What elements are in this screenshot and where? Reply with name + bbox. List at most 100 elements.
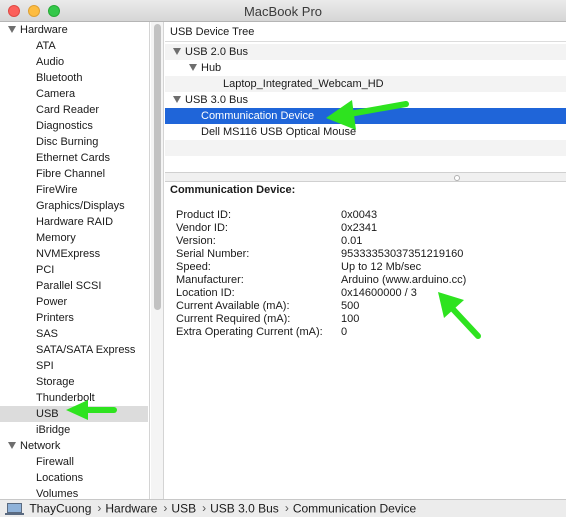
tree-row-hub[interactable]: Hub <box>165 60 566 76</box>
sidebar-item-bluetooth[interactable]: Bluetooth <box>0 70 148 86</box>
sidebar-item-label: SAS <box>36 328 59 340</box>
property-label: Version: <box>176 235 216 247</box>
property-label: Product ID: <box>176 209 232 221</box>
disclosure-triangle-icon[interactable] <box>173 47 181 55</box>
sidebar-item-nvmexpress[interactable]: NVMExpress <box>0 246 148 262</box>
sidebar-item-label: Ethernet Cards <box>36 152 110 164</box>
path-separator-icon: › <box>202 501 207 516</box>
sidebar-item-label: Fibre Channel <box>36 168 106 180</box>
sidebar-item-ata[interactable]: ATA <box>0 38 148 54</box>
disclosure-triangle-icon[interactable] <box>173 95 181 103</box>
property-value: Arduino (www.arduino.cc) <box>341 274 467 286</box>
property-value: 0 <box>341 326 348 338</box>
usb-device-tree: USB Device Tree USB 2.0 Bus Hub Laptop_Int… <box>165 22 566 178</box>
path-separator-icon: › <box>163 501 168 516</box>
sidebar-category-network[interactable]: Network <box>0 438 148 454</box>
sidebar-item-label: Parallel SCSI <box>36 280 102 292</box>
sidebar-item-label: Thunderbolt <box>36 392 95 404</box>
tree-row-dell-ms116-usb-optical-mouse[interactable]: Dell MS116 USB Optical Mouse <box>165 124 566 140</box>
sidebar-item-label: Storage <box>36 376 75 388</box>
sidebar-item-label: Camera <box>36 88 76 100</box>
path-segment-communication-device[interactable]: Communication Device <box>293 501 416 515</box>
property-label: Current Required (mA): <box>176 313 291 325</box>
disclosure-triangle-icon[interactable] <box>8 25 16 33</box>
sidebar-item-ethernet-cards[interactable]: Ethernet Cards <box>0 150 148 166</box>
sidebar-item-volumes[interactable]: Volumes <box>0 486 148 499</box>
sidebar-item-power[interactable]: Power <box>0 294 148 310</box>
path-segment-usb[interactable]: USB <box>171 501 196 515</box>
sidebar-item-hardware-raid[interactable]: Hardware RAID <box>0 214 148 230</box>
window-title: MacBook Pro <box>243 4 323 19</box>
sidebar-item-card-reader[interactable]: Card Reader <box>0 102 148 118</box>
device-detail-pane: Communication Device: Product ID: 0x0043 V… <box>165 182 566 499</box>
sidebar-item-sata-sata-express[interactable]: SATA/SATA Express <box>0 342 148 358</box>
sidebar-item-memory[interactable]: Memory <box>0 230 148 246</box>
sidebar-item-label: Memory <box>36 232 76 244</box>
sidebar-item-label: Audio <box>36 56 65 68</box>
property-value: 100 <box>341 313 360 325</box>
divider-handle-icon[interactable] <box>454 175 460 181</box>
property-value: 95333353037351219160 <box>341 248 464 260</box>
sidebar-scroll-thumb[interactable] <box>154 24 161 310</box>
property-label: Vendor ID: <box>176 222 228 234</box>
tree-row-communication-device[interactable]: Communication Device <box>165 108 566 124</box>
split-view-divider[interactable] <box>165 172 566 182</box>
sidebar-item-label: iBridge <box>36 424 71 436</box>
sidebar-item-fibre-channel[interactable]: Fibre Channel <box>0 166 148 182</box>
tree-row-label: USB 2.0 Bus <box>185 46 248 58</box>
tree-row-empty <box>165 156 566 172</box>
path-bar: ThayCuong › Hardware › USB › USB 3.0 Bus › Commu… <box>0 499 566 517</box>
disclosure-triangle-icon[interactable] <box>8 441 16 449</box>
disclosure-triangle-icon[interactable] <box>189 63 197 71</box>
sidebar-item-firewire[interactable]: FireWire <box>0 182 148 198</box>
sidebar-item-label: SPI <box>36 360 54 372</box>
computer-icon <box>5 502 24 515</box>
path-separator-icon: › <box>97 501 102 516</box>
property-value: 500 <box>341 300 360 312</box>
path-segment-usb-3-0-bus[interactable]: USB 3.0 Bus <box>210 501 279 515</box>
sidebar-item-label: Locations <box>36 472 84 484</box>
sidebar-category-label: Hardware <box>20 24 68 36</box>
property-label: Extra Operating Current (mA): <box>176 326 323 338</box>
sidebar-item-graphics-displays[interactable]: Graphics/Displays <box>0 198 148 214</box>
tree-row-label: USB 3.0 Bus <box>185 94 248 106</box>
path-segment-hardware[interactable]: Hardware <box>105 501 157 515</box>
sidebar-category-hardware[interactable]: Hardware <box>0 22 148 38</box>
sidebar-item-camera[interactable]: Camera <box>0 86 148 102</box>
sidebar-item-audio[interactable]: Audio <box>0 54 148 70</box>
tree-row-laptop-integrated-webcam-hd[interactable]: Laptop_Integrated_Webcam_HD <box>165 76 566 92</box>
path-separator-icon: › <box>284 501 289 516</box>
tree-row-label: Laptop_Integrated_Webcam_HD <box>223 78 384 90</box>
property-value: 0x2341 <box>341 222 378 234</box>
sidebar-item-disc-burning[interactable]: Disc Burning <box>0 134 148 150</box>
tree-row-label: Communication Device <box>201 110 315 122</box>
property-label: Current Available (mA): <box>176 300 290 312</box>
sidebar-item-pci[interactable]: PCI <box>0 262 148 278</box>
sidebar-item-ibridge[interactable]: iBridge <box>0 422 148 438</box>
sidebar-item-label: NVMExpress <box>36 248 101 260</box>
sidebar-item-label: Graphics/Displays <box>36 200 125 212</box>
property-value: 0.01 <box>341 235 363 247</box>
sidebar[interactable]: Hardware ATA Audio Bluetooth Camera Card Read… <box>0 22 150 499</box>
sidebar-item-spi[interactable]: SPI <box>0 358 148 374</box>
sidebar-item-parallel-scsi[interactable]: Parallel SCSI <box>0 278 148 294</box>
sidebar-scrollbar[interactable] <box>151 22 164 499</box>
sidebar-item-storage[interactable]: Storage <box>0 374 148 390</box>
sidebar-item-printers[interactable]: Printers <box>0 310 148 326</box>
sidebar-item-thunderbolt[interactable]: Thunderbolt <box>0 390 148 406</box>
tree-row-usb-2-0-bus[interactable]: USB 2.0 Bus <box>165 44 566 60</box>
sidebar-item-sas[interactable]: SAS <box>0 326 148 342</box>
property-value: Up to 12 Mb/sec <box>341 261 422 273</box>
property-label: Speed: <box>176 261 211 273</box>
sidebar-item-firewall[interactable]: Firewall <box>0 454 148 470</box>
sidebar-item-label: PCI <box>36 264 55 276</box>
sidebar-item-label: Hardware RAID <box>36 216 114 228</box>
sidebar-item-diagnostics[interactable]: Diagnostics <box>0 118 148 134</box>
detail-title: Communication Device: <box>170 184 296 196</box>
sidebar-item-usb[interactable]: USB <box>0 406 148 422</box>
property-label: Location ID: <box>176 287 235 299</box>
property-value: 0x14600000 / 3 <box>341 287 417 299</box>
tree-row-usb-3-0-bus[interactable]: USB 3.0 Bus <box>165 92 566 108</box>
path-segment-thaycuong[interactable]: ThayCuong <box>29 501 91 515</box>
sidebar-item-locations[interactable]: Locations <box>0 470 148 486</box>
